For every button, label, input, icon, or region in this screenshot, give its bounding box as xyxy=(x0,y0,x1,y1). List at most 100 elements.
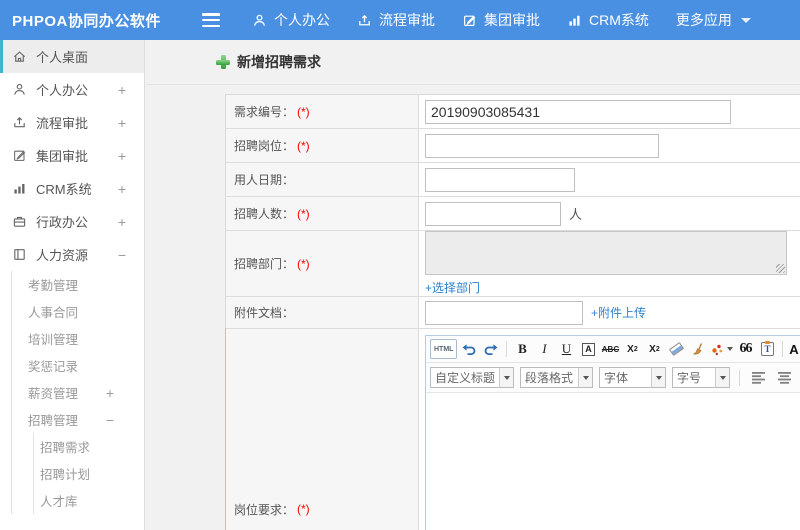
expand-icon[interactable]: + xyxy=(106,385,114,401)
sidebar-item-label: 招聘计划 xyxy=(40,468,91,482)
strikethrough-button[interactable]: ABC xyxy=(600,339,620,359)
sidebar-item-label: 招聘管理 xyxy=(28,414,79,428)
caret-down-icon xyxy=(715,368,729,387)
recruit-request-form: 需求编号： (*) 招聘岗位： (*) 用人日期： xyxy=(225,94,800,530)
field-label-text: 需求编号： xyxy=(234,105,295,119)
sidebar-item-personal-desktop[interactable]: 个人桌面 xyxy=(0,40,144,73)
sidebar-item-recruit-plan[interactable]: 招聘计划 xyxy=(34,460,144,487)
caret-down-icon xyxy=(578,368,592,387)
sidebar-item-human-resources[interactable]: 人力资源 − xyxy=(0,238,144,271)
sidebar-item-personal-office[interactable]: 个人办公 + xyxy=(0,73,144,106)
resize-grip-icon[interactable] xyxy=(776,264,785,273)
sidebar-item-recruit-mgmt[interactable]: 招聘管理 − xyxy=(12,406,144,433)
font-size-select[interactable]: 字号 xyxy=(672,367,730,388)
topnav-more-apps[interactable]: 更多应用 xyxy=(676,10,751,30)
department-textarea[interactable] xyxy=(425,231,787,275)
request-number-input[interactable] xyxy=(425,99,731,124)
field-label: 需求编号： (*) xyxy=(226,95,419,128)
collapse-icon[interactable]: − xyxy=(106,412,114,428)
eraser-icon xyxy=(668,341,685,357)
sidebar-item-rewards[interactable]: 奖惩记录 xyxy=(12,352,144,379)
superscript-button[interactable]: X2 xyxy=(622,339,642,359)
font-style-button[interactable]: A xyxy=(578,339,598,359)
subscript-button[interactable]: X2 xyxy=(644,339,664,359)
custom-title-select[interactable]: 自定义标题 xyxy=(430,367,514,388)
sidebar-item-training[interactable]: 培训管理 xyxy=(12,325,144,352)
select-label: 字体 xyxy=(604,371,629,385)
editor-content-area[interactable] xyxy=(426,393,800,530)
chart-icon xyxy=(567,13,582,28)
field-label: 招聘部门： (*) xyxy=(226,231,419,296)
font-color-button[interactable]: A xyxy=(788,339,800,359)
attachment-input[interactable] xyxy=(425,300,583,325)
topnav-crm[interactable]: CRM系统 xyxy=(567,10,649,30)
eraser-button[interactable] xyxy=(666,339,686,359)
topnav-group-approval[interactable]: 集团审批 xyxy=(462,10,540,30)
add-plus-icon xyxy=(216,55,230,69)
expand-icon[interactable]: + xyxy=(118,115,126,131)
expand-icon[interactable]: + xyxy=(118,214,126,230)
sidebar-item-recruit-request[interactable]: 招聘需求 xyxy=(34,433,144,460)
underline-button[interactable]: U xyxy=(556,339,576,359)
html-source-button[interactable]: HTML xyxy=(430,339,458,359)
sidebar-item-label: 人才库 xyxy=(40,495,78,509)
expand-icon[interactable]: + xyxy=(118,82,126,98)
sidebar-item-label: 奖惩记录 xyxy=(28,360,79,374)
format-painter-button[interactable] xyxy=(688,339,708,359)
paragraph-format-select[interactable]: 段落格式 xyxy=(520,367,593,388)
sidebar-item-group-approval[interactable]: 集团审批 + xyxy=(0,139,144,172)
sidebar-item-attendance[interactable]: 考勤管理 xyxy=(12,271,144,298)
home-icon xyxy=(12,49,27,64)
editor-toolbar-row1: HTML B I U A ABC X 2 X 2 66 T A xyxy=(426,336,800,363)
clip-letter: T xyxy=(764,344,771,354)
sidebar-item-crm[interactable]: CRM系统 + xyxy=(0,172,144,205)
hire-date-input[interactable] xyxy=(425,167,575,192)
expand-icon[interactable]: + xyxy=(118,181,126,197)
blockquote-button[interactable]: 66 xyxy=(735,339,755,359)
collapse-icon[interactable]: − xyxy=(118,247,126,263)
sidebar-item-hr-contract[interactable]: 人事合同 xyxy=(12,298,144,325)
font-family-select[interactable]: 字体 xyxy=(599,367,666,388)
topnav-label: 个人办公 xyxy=(274,12,330,28)
sidebar-item-label: 流程审批 xyxy=(36,116,89,131)
undo-button[interactable] xyxy=(459,339,479,359)
sidebar-item-salary[interactable]: 薪资管理 + xyxy=(12,379,144,406)
toolbar-separator xyxy=(506,341,508,357)
highlight-color-button[interactable] xyxy=(710,339,734,359)
align-center-button[interactable] xyxy=(775,368,795,388)
hr-submenu: 考勤管理 人事合同 培训管理 奖惩记录 薪资管理 + 招聘管理 − 招聘需求 招… xyxy=(11,271,144,514)
bold-button[interactable]: B xyxy=(512,339,532,359)
book-icon xyxy=(12,247,27,262)
caret-down-icon xyxy=(727,347,734,351)
topnav-personal-office[interactable]: 个人办公 xyxy=(252,10,330,30)
sidebar-item-admin-office[interactable]: 行政办公 + xyxy=(0,205,144,238)
field-label: 岗位要求： (*) xyxy=(226,329,419,530)
select-department-link[interactable]: +选择部门 xyxy=(425,279,480,296)
menu-toggle-icon[interactable] xyxy=(202,13,222,27)
form-row-job-requirements: 岗位要求： (*) HTML B I U A ABC X 2 X 2 66 T … xyxy=(225,328,800,530)
editor-toolbar-row2: 自定义标题 段落格式 字体 字号 xyxy=(426,363,800,393)
topnav-workflow-approval[interactable]: 流程审批 xyxy=(357,10,435,30)
paste-button[interactable]: T xyxy=(757,339,777,359)
form-row-department: 招聘部门： (*) +选择部门 xyxy=(226,231,800,297)
form-row-position: 招聘岗位： (*) xyxy=(226,129,800,163)
align-left-button[interactable] xyxy=(749,368,769,388)
sub-base: X xyxy=(649,343,656,355)
position-input[interactable] xyxy=(425,133,659,158)
redo-button[interactable] xyxy=(481,339,501,359)
sidebar-item-label: 人事合同 xyxy=(28,306,79,320)
italic-button[interactable]: I xyxy=(534,339,554,359)
headcount-input[interactable] xyxy=(425,201,561,226)
select-label: 自定义标题 xyxy=(435,371,496,385)
color-dots-icon xyxy=(712,344,723,356)
sidebar-item-workflow-approval[interactable]: 流程审批 + xyxy=(0,106,144,139)
expand-icon[interactable]: + xyxy=(118,148,126,164)
field-label: 用人日期： xyxy=(226,163,419,196)
edit-icon xyxy=(12,148,27,163)
sidebar-item-label: 行政办公 xyxy=(36,215,89,230)
sidebar-item-talent-pool[interactable]: 人才库 xyxy=(34,487,144,514)
boxed-a-icon: A xyxy=(582,342,595,356)
person-icon xyxy=(12,82,27,97)
page-header: 新增招聘需求 xyxy=(146,40,800,85)
upload-attachment-link[interactable]: +附件上传 xyxy=(591,304,646,321)
